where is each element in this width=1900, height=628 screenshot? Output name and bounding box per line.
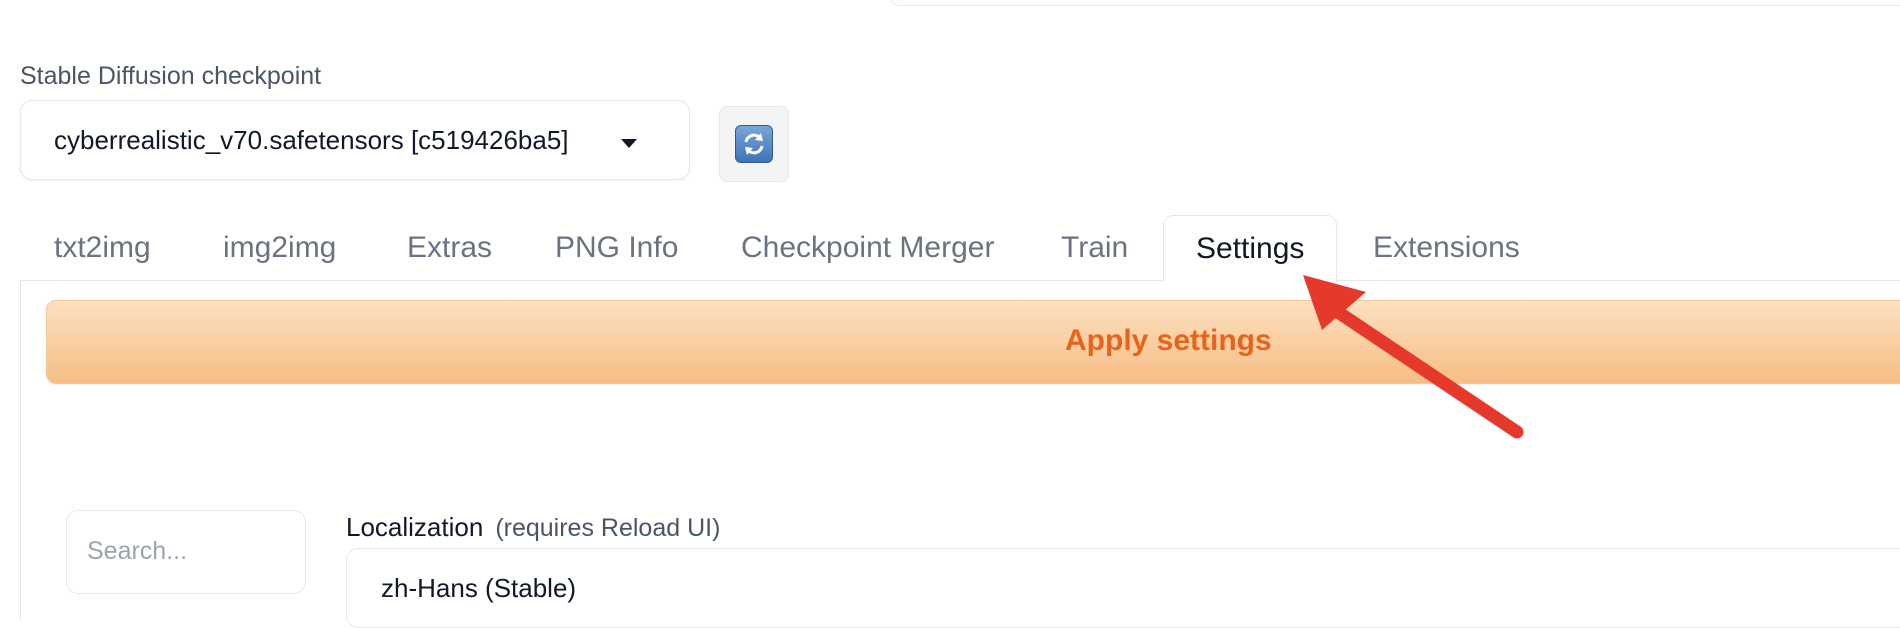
checkpoint-value: cyberrealistic_v70.safetensors [c519426b… [54,125,569,155]
main-tabs: txt2img img2img Extras PNG Info Checkpoi… [20,215,1900,282]
tab-extensions[interactable]: Extensions [1373,215,1520,281]
localization-hint: (requires Reload UI) [495,514,721,542]
refresh-icon [735,125,773,163]
checkpoint-dropdown[interactable]: cyberrealistic_v70.safetensors [c519426b… [20,100,690,180]
localization-title: Localization [346,512,484,542]
refresh-checkpoint-button[interactable] [719,106,789,182]
tab-extras[interactable]: Extras [407,215,492,281]
tab-checkpoint-merger[interactable]: Checkpoint Merger [741,215,994,281]
chevron-down-icon [621,139,637,148]
apply-settings-button[interactable] [46,300,1900,384]
search-placeholder: Search... [87,537,188,565]
tab-settings[interactable]: Settings [1163,215,1338,282]
tab-img2img[interactable]: img2img [223,215,336,281]
localization-dropdown[interactable]: zh-Hans (Stable) [346,548,1900,628]
tab-png-info[interactable]: PNG Info [555,215,678,281]
tab-train[interactable]: Train [1061,215,1128,281]
tab-txt2img[interactable]: txt2img [54,215,151,281]
top-input-edge [890,0,1900,6]
settings-search-input[interactable]: Search... [66,510,306,594]
localization-value: zh-Hans (Stable) [381,573,577,603]
apply-settings-label: Apply settings [1065,324,1272,357]
localization-label: Localization (requires Reload UI) [346,512,720,543]
checkpoint-label: Stable Diffusion checkpoint [20,62,322,90]
